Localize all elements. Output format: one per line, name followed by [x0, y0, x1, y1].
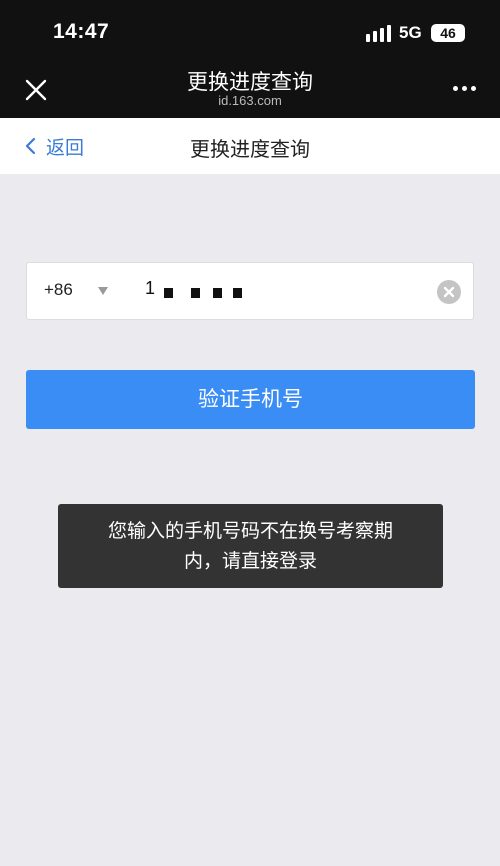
signal-icon [366, 24, 392, 42]
more-button[interactable] [449, 84, 479, 94]
battery-icon: 46 [431, 24, 465, 42]
battery-level: 46 [440, 25, 456, 41]
browser-domain: id.163.com [218, 93, 282, 108]
browser-title: 更换进度查询 [187, 70, 313, 94]
toast-line-2: 内，请直接登录 [183, 550, 317, 572]
phone-input-group: +86 1 [26, 262, 474, 320]
country-code-select[interactable]: +86 [44, 280, 73, 300]
status-bar: 14:47 5G 46 [0, 0, 500, 62]
toast-line-1: 您输入的手机号码不在换号考察期 [107, 520, 393, 542]
page-nav: 返回 更换进度查询 [0, 118, 500, 174]
phone-input[interactable]: 1 [145, 278, 157, 299]
more-icon [453, 86, 458, 91]
redaction-mark [191, 288, 200, 298]
redaction-mark [164, 288, 173, 298]
clear-icon [443, 286, 455, 298]
verify-phone-button[interactable]: 验证手机号 [26, 370, 475, 429]
page-title: 更换进度查询 [190, 137, 310, 161]
status-time: 14:47 [53, 20, 110, 43]
caret-down-icon[interactable] [98, 287, 108, 295]
clear-input-button[interactable] [437, 280, 461, 304]
redaction-mark [213, 288, 222, 298]
toast-message: 您输入的手机号码不在换号考察期 内，请直接登录 [58, 504, 443, 588]
network-type: 5G [399, 23, 422, 42]
browser-header: 更换进度查询 id.163.com [0, 62, 500, 118]
redaction-mark [233, 288, 242, 298]
